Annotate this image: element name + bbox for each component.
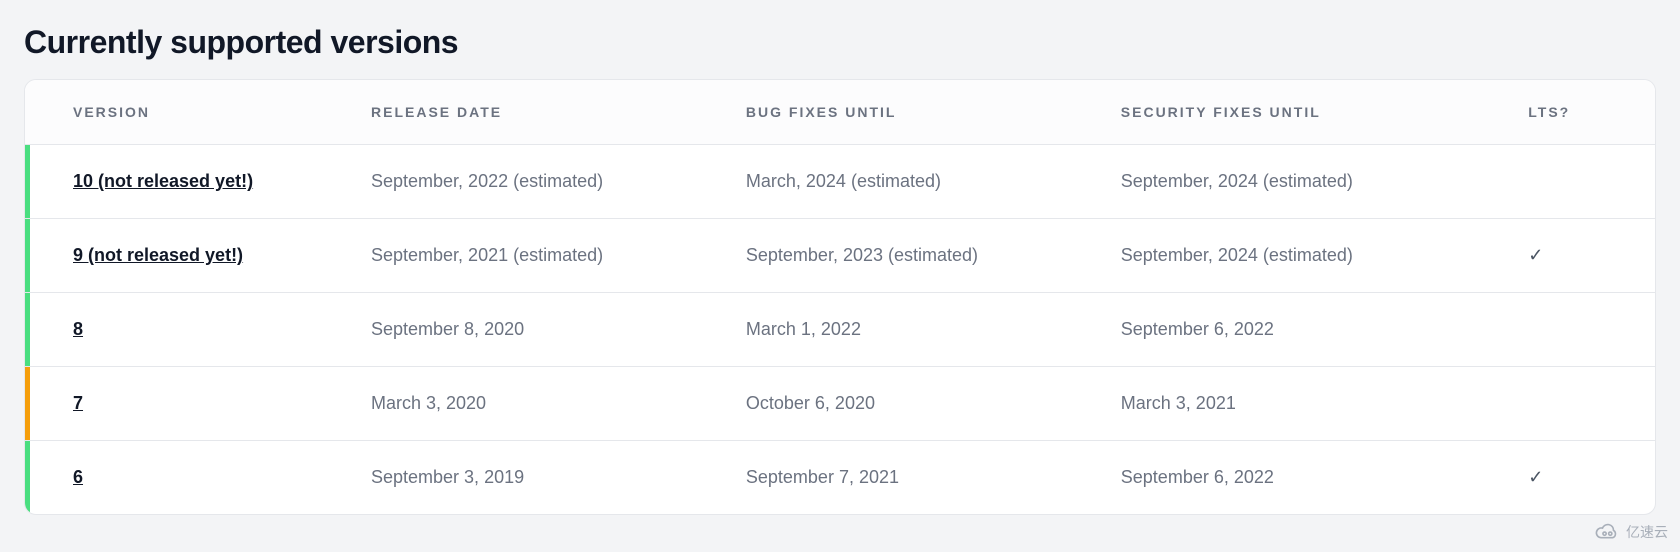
column-header-lts: LTS? — [1508, 80, 1655, 145]
cloud-icon — [1594, 522, 1620, 542]
table-row: 7 March 3, 2020 October 6, 2020 March 3,… — [25, 367, 1655, 441]
column-header-version: Version — [25, 80, 351, 145]
cell-lts: ✓ — [1508, 219, 1655, 293]
cell-bug-fixes-until: September, 2023 (estimated) — [726, 219, 1101, 293]
version-link[interactable]: 9 (not released yet!) — [73, 245, 243, 265]
table-row: 8 September 8, 2020 March 1, 2022 Septem… — [25, 293, 1655, 367]
cell-release-date: September 8, 2020 — [351, 293, 726, 367]
cell-security-fixes-until: September 6, 2022 — [1101, 441, 1509, 515]
cell-security-fixes-until: September, 2024 (estimated) — [1101, 219, 1509, 293]
cell-bug-fixes-until: October 6, 2020 — [726, 367, 1101, 441]
table-row: 9 (not released yet!) September, 2021 (e… — [25, 219, 1655, 293]
status-stripe — [25, 219, 30, 292]
version-link[interactable]: 8 — [73, 319, 83, 339]
cell-security-fixes-until: September 6, 2022 — [1101, 293, 1509, 367]
versions-table: Version Release Date Bug Fixes Until Sec… — [25, 80, 1655, 514]
version-link[interactable]: 7 — [73, 393, 83, 413]
cell-lts: ✓ — [1508, 441, 1655, 515]
cell-release-date: September, 2022 (estimated) — [351, 145, 726, 219]
table-row: 6 September 3, 2019 September 7, 2021 Se… — [25, 441, 1655, 515]
column-header-release-date: Release Date — [351, 80, 726, 145]
version-link[interactable]: 6 — [73, 467, 83, 487]
cell-release-date: September, 2021 (estimated) — [351, 219, 726, 293]
cell-lts — [1508, 293, 1655, 367]
cell-bug-fixes-until: March 1, 2022 — [726, 293, 1101, 367]
column-header-security-fixes-until: Security Fixes Until — [1101, 80, 1509, 145]
cell-bug-fixes-until: September 7, 2021 — [726, 441, 1101, 515]
column-header-bug-fixes-until: Bug Fixes Until — [726, 80, 1101, 145]
cell-security-fixes-until: September, 2024 (estimated) — [1101, 145, 1509, 219]
versions-card: Version Release Date Bug Fixes Until Sec… — [24, 79, 1656, 515]
cell-security-fixes-until: March 3, 2021 — [1101, 367, 1509, 441]
table-header-row: Version Release Date Bug Fixes Until Sec… — [25, 80, 1655, 145]
table-row: 10 (not released yet!) September, 2022 (… — [25, 145, 1655, 219]
watermark-text: 亿速云 — [1626, 522, 1668, 542]
version-link[interactable]: 10 (not released yet!) — [73, 171, 253, 191]
cell-lts — [1508, 145, 1655, 219]
status-stripe — [25, 293, 30, 366]
status-stripe — [25, 145, 30, 218]
page-title: Currently supported versions — [24, 24, 1656, 61]
status-stripe — [25, 441, 30, 514]
cell-lts — [1508, 367, 1655, 441]
cell-release-date: September 3, 2019 — [351, 441, 726, 515]
check-icon: ✓ — [1528, 467, 1543, 488]
check-icon: ✓ — [1528, 245, 1543, 266]
watermark: 亿速云 — [1594, 522, 1668, 542]
cell-release-date: March 3, 2020 — [351, 367, 726, 441]
status-stripe — [25, 367, 30, 440]
cell-bug-fixes-until: March, 2024 (estimated) — [726, 145, 1101, 219]
